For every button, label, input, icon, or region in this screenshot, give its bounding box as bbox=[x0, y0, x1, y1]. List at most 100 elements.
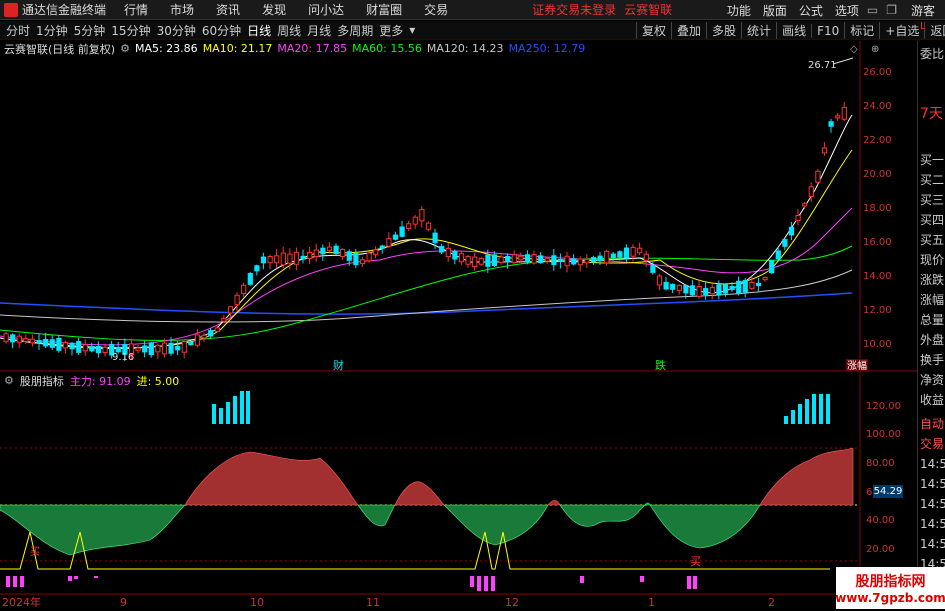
quote-panel-label: 涨幅 bbox=[920, 293, 945, 307]
candle-body bbox=[821, 147, 828, 154]
candle-body bbox=[676, 284, 682, 292]
candle-body bbox=[142, 345, 148, 353]
candle-body bbox=[769, 260, 775, 274]
candle-body bbox=[584, 258, 590, 264]
indicator-area-negative bbox=[0, 502, 761, 556]
quote-panel-label: 买一 bbox=[920, 153, 945, 167]
candle-body bbox=[274, 255, 280, 264]
kline-chart[interactable]: 26.00 24.00 22.00 20.00 18.00 16.00 14.0… bbox=[0, 0, 917, 609]
candle-body bbox=[260, 256, 267, 264]
candle-body bbox=[29, 338, 36, 344]
quote-panel-label: 14:56 bbox=[920, 537, 945, 551]
candle-body bbox=[617, 251, 623, 258]
candle-body bbox=[670, 283, 676, 290]
xaxis: 2024年 9 10 11 12 1 2 bbox=[2, 595, 775, 609]
candle-body bbox=[802, 203, 808, 207]
candle-body bbox=[709, 287, 715, 295]
candle-body bbox=[604, 250, 610, 264]
sub-ytick: 120.00 bbox=[866, 401, 901, 412]
candle-body bbox=[399, 226, 405, 237]
candle-body bbox=[287, 253, 293, 264]
indicator-value-box: 54.29 bbox=[873, 485, 903, 498]
candle-body bbox=[762, 277, 768, 281]
quote-panel-label: 总量 bbox=[920, 313, 945, 327]
candle-body bbox=[841, 106, 847, 120]
candle-body bbox=[663, 281, 669, 290]
candle-body bbox=[551, 255, 557, 265]
candle-body bbox=[736, 280, 742, 294]
candle-body bbox=[524, 254, 531, 263]
candle-body bbox=[630, 246, 636, 257]
candle-body bbox=[478, 257, 484, 265]
zoom-icon[interactable]: ⊕ bbox=[871, 44, 879, 55]
xtick: 1 bbox=[648, 596, 655, 609]
sub-yaxis: 120.00 100.00 80.00 60.00 40.00 20.00 bbox=[866, 401, 901, 555]
ytick: 10.00 bbox=[863, 339, 892, 350]
candle-body bbox=[161, 342, 168, 355]
candle-body bbox=[326, 246, 333, 252]
diamond-icon[interactable]: ◇ bbox=[850, 44, 858, 55]
quote-panel-label: 买三 bbox=[920, 193, 945, 207]
xtick: 12 bbox=[505, 596, 519, 609]
candle-body bbox=[221, 317, 227, 322]
back-button[interactable]: 返回 bbox=[924, 22, 945, 39]
quote-panel-label: 收益 bbox=[920, 393, 945, 407]
candle-body bbox=[175, 345, 181, 351]
candle-body bbox=[307, 252, 313, 259]
sub-ytick: 20.00 bbox=[866, 544, 895, 555]
quote-panel-label: 现价 bbox=[920, 253, 945, 267]
sub-ytick: 100.00 bbox=[866, 429, 901, 440]
candle-body bbox=[386, 238, 392, 247]
candle-body bbox=[392, 234, 399, 240]
marker-drop[interactable]: 跌 bbox=[655, 358, 666, 372]
candle-body bbox=[412, 216, 418, 225]
candle-body bbox=[637, 247, 643, 254]
quote-panel-label: 14:56 bbox=[920, 457, 945, 471]
ytick: 16.00 bbox=[863, 237, 892, 248]
quote-panel-label: 涨跌 bbox=[920, 273, 945, 287]
sub-ytick: 80.00 bbox=[866, 458, 895, 469]
candle-body bbox=[241, 284, 247, 295]
candle-body bbox=[406, 223, 412, 230]
watermark-title: 股朋指标网 bbox=[855, 574, 926, 590]
magenta-bars bbox=[6, 576, 697, 591]
main-yaxis: 26.00 24.00 22.00 20.00 18.00 16.00 14.0… bbox=[863, 67, 892, 350]
candle-body bbox=[465, 256, 471, 265]
candle-body bbox=[320, 247, 326, 255]
candle-body bbox=[472, 256, 478, 268]
candle-body bbox=[425, 222, 432, 230]
candle-body bbox=[835, 115, 841, 119]
quote-panel-label: 外盘 bbox=[920, 333, 945, 347]
candle-body bbox=[62, 342, 69, 349]
candle-body bbox=[564, 255, 570, 267]
candle-body bbox=[689, 285, 696, 296]
candle-body bbox=[828, 121, 834, 127]
candle-body bbox=[544, 257, 550, 262]
candle-body bbox=[379, 245, 385, 249]
candle-body bbox=[439, 246, 445, 253]
candle-body bbox=[815, 170, 821, 183]
low-price-label: 9.16 bbox=[112, 352, 134, 363]
marker-finance[interactable]: 财 bbox=[333, 358, 344, 372]
candle-body bbox=[227, 306, 234, 314]
candle-body bbox=[432, 232, 438, 243]
candle-body bbox=[208, 330, 214, 337]
candle-body bbox=[214, 327, 220, 332]
panel-flag: L bbox=[920, 21, 926, 32]
candle-body bbox=[729, 286, 735, 290]
candle-body bbox=[82, 344, 88, 352]
marker-rise[interactable]: 涨幅 bbox=[847, 359, 867, 372]
quote-panel-label: 14:56 bbox=[920, 497, 945, 511]
candle-body bbox=[696, 285, 702, 297]
watermark: 股朋指标网 www.7gpzb.com bbox=[835, 567, 945, 609]
candle-body bbox=[23, 338, 29, 342]
candle-body bbox=[623, 247, 630, 259]
candle-body bbox=[419, 208, 425, 222]
candle-body bbox=[49, 339, 55, 348]
buy-signal-label: 买 bbox=[690, 555, 701, 568]
candle-body bbox=[155, 344, 161, 353]
candle-body bbox=[755, 282, 762, 287]
candle-body bbox=[333, 245, 339, 255]
candle-body bbox=[3, 333, 9, 342]
xtick: 11 bbox=[366, 596, 380, 609]
